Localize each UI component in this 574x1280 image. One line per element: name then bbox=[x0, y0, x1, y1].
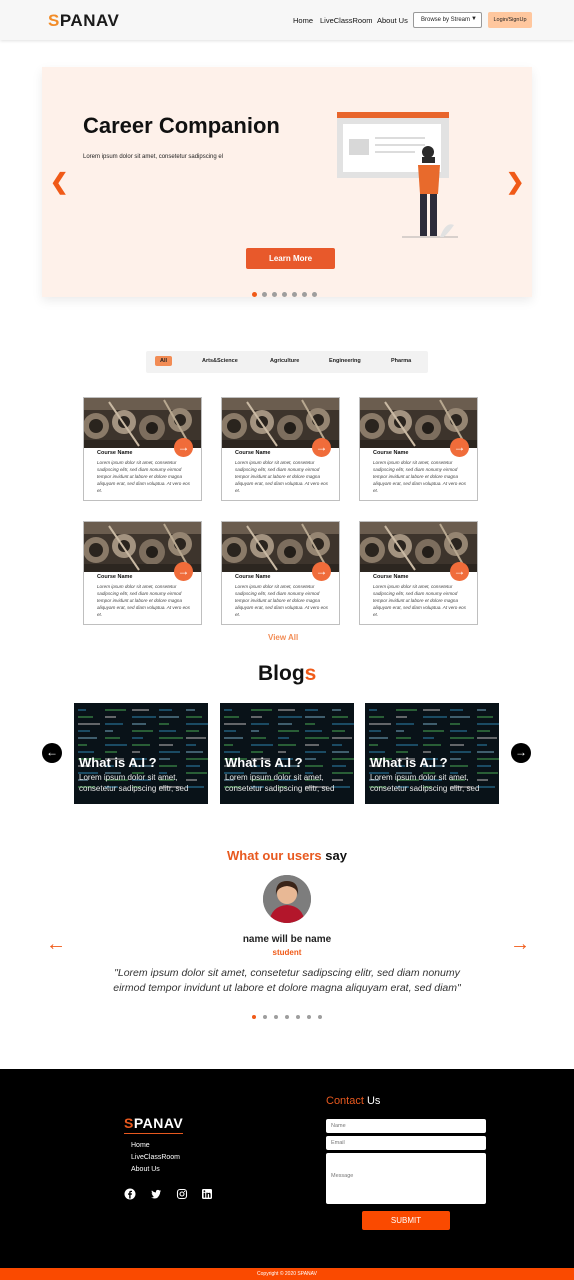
testimonial-dot[interactable] bbox=[252, 1015, 256, 1019]
course-description: Lorem ipsum dolor sit amet, consetetur s… bbox=[235, 584, 329, 617]
testimonial-dot[interactable] bbox=[318, 1015, 322, 1019]
course-title: Course Name bbox=[373, 450, 409, 456]
course-title: Course Name bbox=[235, 574, 271, 580]
footer: SPANAV Home LiveClassRoom About Us Conta… bbox=[0, 1069, 574, 1268]
course-card[interactable]: → Course Name Lorem ipsum dolor sit amet, … bbox=[359, 521, 478, 625]
hero-prev-arrow-icon[interactable]: ❮ bbox=[50, 171, 68, 193]
copyright-bar: Copyright © 2020 SPANAV bbox=[0, 1268, 574, 1280]
course-description: Lorem ipsum dolor sit amet, consetetur s… bbox=[97, 584, 191, 617]
course-title: Course Name bbox=[235, 450, 271, 456]
top-navbar: SPANAV Home LiveClassRoom About Us Brows… bbox=[0, 0, 574, 40]
tab-engineering[interactable]: Engineering bbox=[329, 358, 361, 364]
learn-more-button[interactable]: Learn More bbox=[246, 248, 335, 269]
blog-title: What is A.I ? bbox=[370, 755, 448, 770]
testimonials-heading: What our users say bbox=[227, 848, 347, 863]
facebook-icon[interactable] bbox=[124, 1188, 136, 1200]
course-description: Lorem ipsum dolor sit amet, consetetur s… bbox=[97, 460, 191, 493]
arrow-right-icon[interactable]: → bbox=[312, 562, 331, 581]
slide-dot[interactable] bbox=[312, 292, 317, 297]
slide-dot[interactable] bbox=[252, 292, 257, 297]
course-description: Lorem ipsum dolor sit amet, consetetur s… bbox=[373, 460, 467, 493]
footer-logo[interactable]: SPANAV bbox=[124, 1115, 184, 1134]
tab-agriculture[interactable]: Agriculture bbox=[270, 358, 299, 364]
chevron-down-icon: ▼ bbox=[471, 16, 477, 22]
footer-link-home[interactable]: Home bbox=[131, 1142, 150, 1149]
course-card[interactable]: → Course Name Lorem ipsum dolor sit amet, … bbox=[359, 397, 478, 501]
testimonial-dot[interactable] bbox=[296, 1015, 300, 1019]
name-field[interactable]: Name bbox=[326, 1119, 486, 1133]
testimonial-dot[interactable] bbox=[285, 1015, 289, 1019]
message-field[interactable]: Message bbox=[326, 1153, 486, 1204]
blog-excerpt: Lorem ipsum dolor sit amet, consetetur s… bbox=[370, 773, 480, 793]
blog-title: What is A.I ? bbox=[79, 755, 157, 770]
tab-pharma[interactable]: Pharma bbox=[391, 358, 411, 364]
arrow-right-icon[interactable]: → bbox=[312, 438, 331, 457]
avatar bbox=[263, 875, 311, 923]
slide-dot[interactable] bbox=[282, 292, 287, 297]
presentation-illustration bbox=[337, 112, 458, 238]
nav-home-link[interactable]: Home bbox=[293, 16, 313, 25]
hero-carousel: Career Companion Lorem ipsum dolor sit a… bbox=[42, 67, 532, 297]
testimonial-dot[interactable] bbox=[307, 1015, 311, 1019]
hero-subtitle: Lorem ipsum dolor sit amet, consetetur s… bbox=[83, 154, 224, 160]
blog-card[interactable]: What is A.I ? Lorem ipsum dolor sit amet,… bbox=[365, 703, 499, 804]
course-description: Lorem ipsum dolor sit amet, consetetur s… bbox=[373, 584, 467, 617]
course-title: Course Name bbox=[373, 574, 409, 580]
arrow-right-icon[interactable]: → bbox=[174, 562, 193, 581]
blog-next-arrow-icon[interactable]: → bbox=[511, 743, 531, 763]
nav-liveclassroom-link[interactable]: LiveClassRoom bbox=[320, 16, 373, 25]
email-field[interactable]: Email bbox=[326, 1136, 486, 1150]
slide-dot[interactable] bbox=[292, 292, 297, 297]
slide-dot[interactable] bbox=[272, 292, 277, 297]
blog-card[interactable]: What is A.I ? Lorem ipsum dolor sit amet,… bbox=[74, 703, 208, 804]
blog-prev-arrow-icon[interactable]: ← bbox=[42, 743, 62, 763]
testimonial-dot[interactable] bbox=[263, 1015, 267, 1019]
view-all-link[interactable]: View All bbox=[268, 633, 298, 642]
tab-arts-science[interactable]: Arts&Science bbox=[202, 358, 238, 364]
testimonial-quote: "Lorem ipsum dolor sit amet, consetetur … bbox=[113, 967, 461, 995]
arrow-right-icon[interactable]: → bbox=[174, 438, 193, 457]
contact-heading: Contact Us bbox=[326, 1095, 381, 1107]
submit-button[interactable]: SUBMIT bbox=[362, 1211, 450, 1230]
hero-pagination bbox=[252, 284, 322, 302]
instagram-icon[interactable] bbox=[176, 1188, 188, 1200]
footer-link-about[interactable]: About Us bbox=[131, 1166, 160, 1173]
hero-next-arrow-icon[interactable]: ❯ bbox=[506, 171, 524, 193]
tab-all[interactable]: All bbox=[155, 356, 173, 366]
testimonial-dot[interactable] bbox=[274, 1015, 278, 1019]
course-card[interactable]: → Course Name Lorem ipsum dolor sit amet, … bbox=[83, 521, 202, 625]
testimonial-pagination bbox=[252, 1006, 329, 1024]
slide-dot[interactable] bbox=[302, 292, 307, 297]
course-title: Course Name bbox=[97, 450, 133, 456]
testimonial-role: student bbox=[272, 948, 302, 957]
arrow-right-icon[interactable]: → bbox=[450, 562, 469, 581]
course-card[interactable]: → Course Name Lorem ipsum dolor sit amet, … bbox=[221, 521, 340, 625]
course-card[interactable]: → Course Name Lorem ipsum dolor sit amet, … bbox=[221, 397, 340, 501]
slide-dot[interactable] bbox=[262, 292, 267, 297]
blog-excerpt: Lorem ipsum dolor sit amet, consetetur s… bbox=[79, 773, 189, 793]
twitter-icon[interactable] bbox=[150, 1188, 162, 1200]
nav-about-link[interactable]: About Us bbox=[377, 16, 408, 25]
login-signup-button[interactable]: Login/SignUp bbox=[488, 12, 532, 28]
course-card[interactable]: → Course Name Lorem ipsum dolor sit amet, … bbox=[83, 397, 202, 501]
testimonial-name: name will be name bbox=[242, 934, 332, 945]
blog-title: What is A.I ? bbox=[225, 755, 303, 770]
hero-title: Career Companion bbox=[83, 113, 280, 138]
blog-excerpt: Lorem ipsum dolor sit amet, consetetur s… bbox=[225, 773, 335, 793]
site-logo[interactable]: SPANAV bbox=[48, 11, 119, 31]
linkedin-icon[interactable] bbox=[201, 1188, 213, 1200]
footer-link-liveclassroom[interactable]: LiveClassRoom bbox=[131, 1154, 180, 1161]
course-description: Lorem ipsum dolor sit amet, consetetur s… bbox=[235, 460, 329, 493]
blog-card[interactable]: What is A.I ? Lorem ipsum dolor sit amet,… bbox=[220, 703, 354, 804]
course-title: Course Name bbox=[97, 574, 133, 580]
stream-filter-tabs: All Arts&Science Agriculture Engineering… bbox=[146, 351, 428, 373]
browse-stream-select[interactable]: Browse by Stream ▼ bbox=[413, 12, 482, 28]
blogs-heading: Blogs bbox=[258, 662, 317, 685]
arrow-right-icon[interactable]: → bbox=[450, 438, 469, 457]
